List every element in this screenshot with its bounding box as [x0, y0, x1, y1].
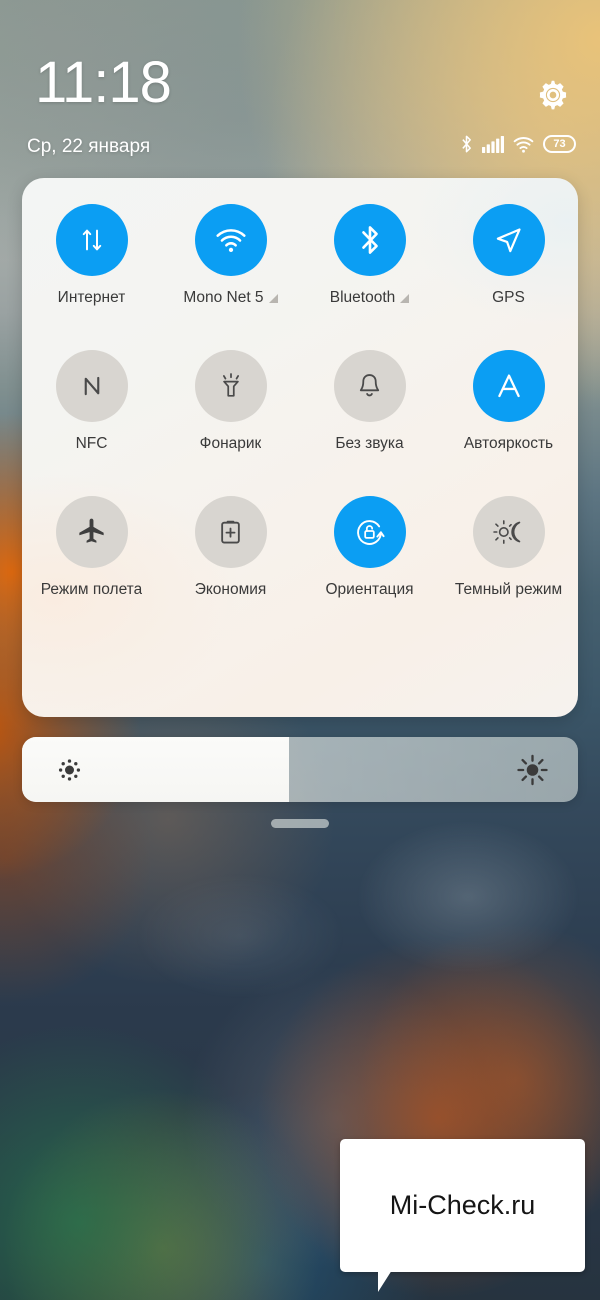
flashlight-icon [194, 350, 267, 422]
tile-label: Интернет [57, 289, 126, 306]
tile-label: Режим полета [40, 581, 143, 598]
rotation-lock-icon [333, 496, 406, 568]
tile-silent[interactable]: Без звука [300, 350, 439, 496]
signal-icon [482, 135, 504, 153]
clock-date: Ср, 22 января [27, 136, 151, 157]
tile-wifi[interactable]: Mono Net 5 [161, 204, 300, 350]
brightness-high-icon [516, 753, 549, 786]
bluetooth-icon [333, 204, 406, 276]
tile-airplane-mode[interactable]: Режим полета [22, 496, 161, 642]
status-icon-tray: 73 [460, 134, 576, 154]
tile-flashlight[interactable]: Фонарик [161, 350, 300, 496]
chevron-expand-icon[interactable] [268, 293, 278, 303]
tile-dark-mode[interactable]: Темный режим [439, 496, 578, 642]
tile-orientation-lock[interactable]: Ориентация [300, 496, 439, 642]
tile-label: Ориентация [325, 581, 414, 598]
tile-battery-saver[interactable]: Экономия [161, 496, 300, 642]
tile-label: Без звука [335, 435, 404, 452]
tile-bluetooth[interactable]: Bluetooth [300, 204, 439, 350]
nfc-icon [55, 350, 128, 422]
mobile-data-icon [55, 204, 128, 276]
dark-mode-icon [472, 496, 545, 568]
chevron-expand-icon[interactable] [400, 293, 410, 303]
brightness-slider[interactable] [22, 737, 578, 802]
tile-label: Темный режим [454, 581, 563, 598]
watermark-text: Mi-Check.ru [389, 1190, 536, 1220]
tile-auto-brightness[interactable]: Автояркость [439, 350, 578, 496]
tile-label: Mono Net 5 [183, 289, 264, 306]
tile-gps[interactable]: GPS [439, 204, 578, 350]
watermark-bubble: Mi-Check.ru [340, 1139, 585, 1272]
tile-label: NFC [75, 435, 108, 452]
tile-label: Экономия [194, 581, 267, 598]
battery-saver-icon [194, 496, 267, 568]
bell-icon [333, 350, 406, 422]
tile-label: Фонарик [199, 435, 262, 452]
status-header: 11:18 Ср, 22 января 73 [0, 0, 600, 172]
watermark-bubble-tail [378, 1270, 392, 1292]
panel-drag-handle[interactable] [271, 819, 329, 828]
quick-settings-tile-grid: Интернет Mono Net 5 Bluetooth GPS NFC Фо… [22, 204, 578, 642]
clock-time: 11:18 [35, 50, 172, 115]
auto-brightness-icon [472, 350, 545, 422]
bluetooth-icon [460, 134, 473, 154]
tile-label: Bluetooth [329, 289, 396, 306]
brightness-low-icon [56, 756, 83, 783]
tile-label: GPS [492, 289, 525, 306]
tile-label: Автояркость [463, 435, 554, 452]
navigation-icon [472, 204, 545, 276]
tile-internet[interactable]: Интернет [22, 204, 161, 350]
gear-icon[interactable] [534, 76, 572, 114]
battery-level-text: 73 [553, 138, 566, 150]
tile-nfc[interactable]: NFC [22, 350, 161, 496]
battery-indicator: 73 [543, 135, 576, 153]
airplane-icon [55, 496, 128, 568]
wifi-icon [513, 136, 534, 153]
wifi-icon [194, 204, 267, 276]
quick-settings-panel: Интернет Mono Net 5 Bluetooth GPS NFC Фо… [22, 178, 578, 717]
